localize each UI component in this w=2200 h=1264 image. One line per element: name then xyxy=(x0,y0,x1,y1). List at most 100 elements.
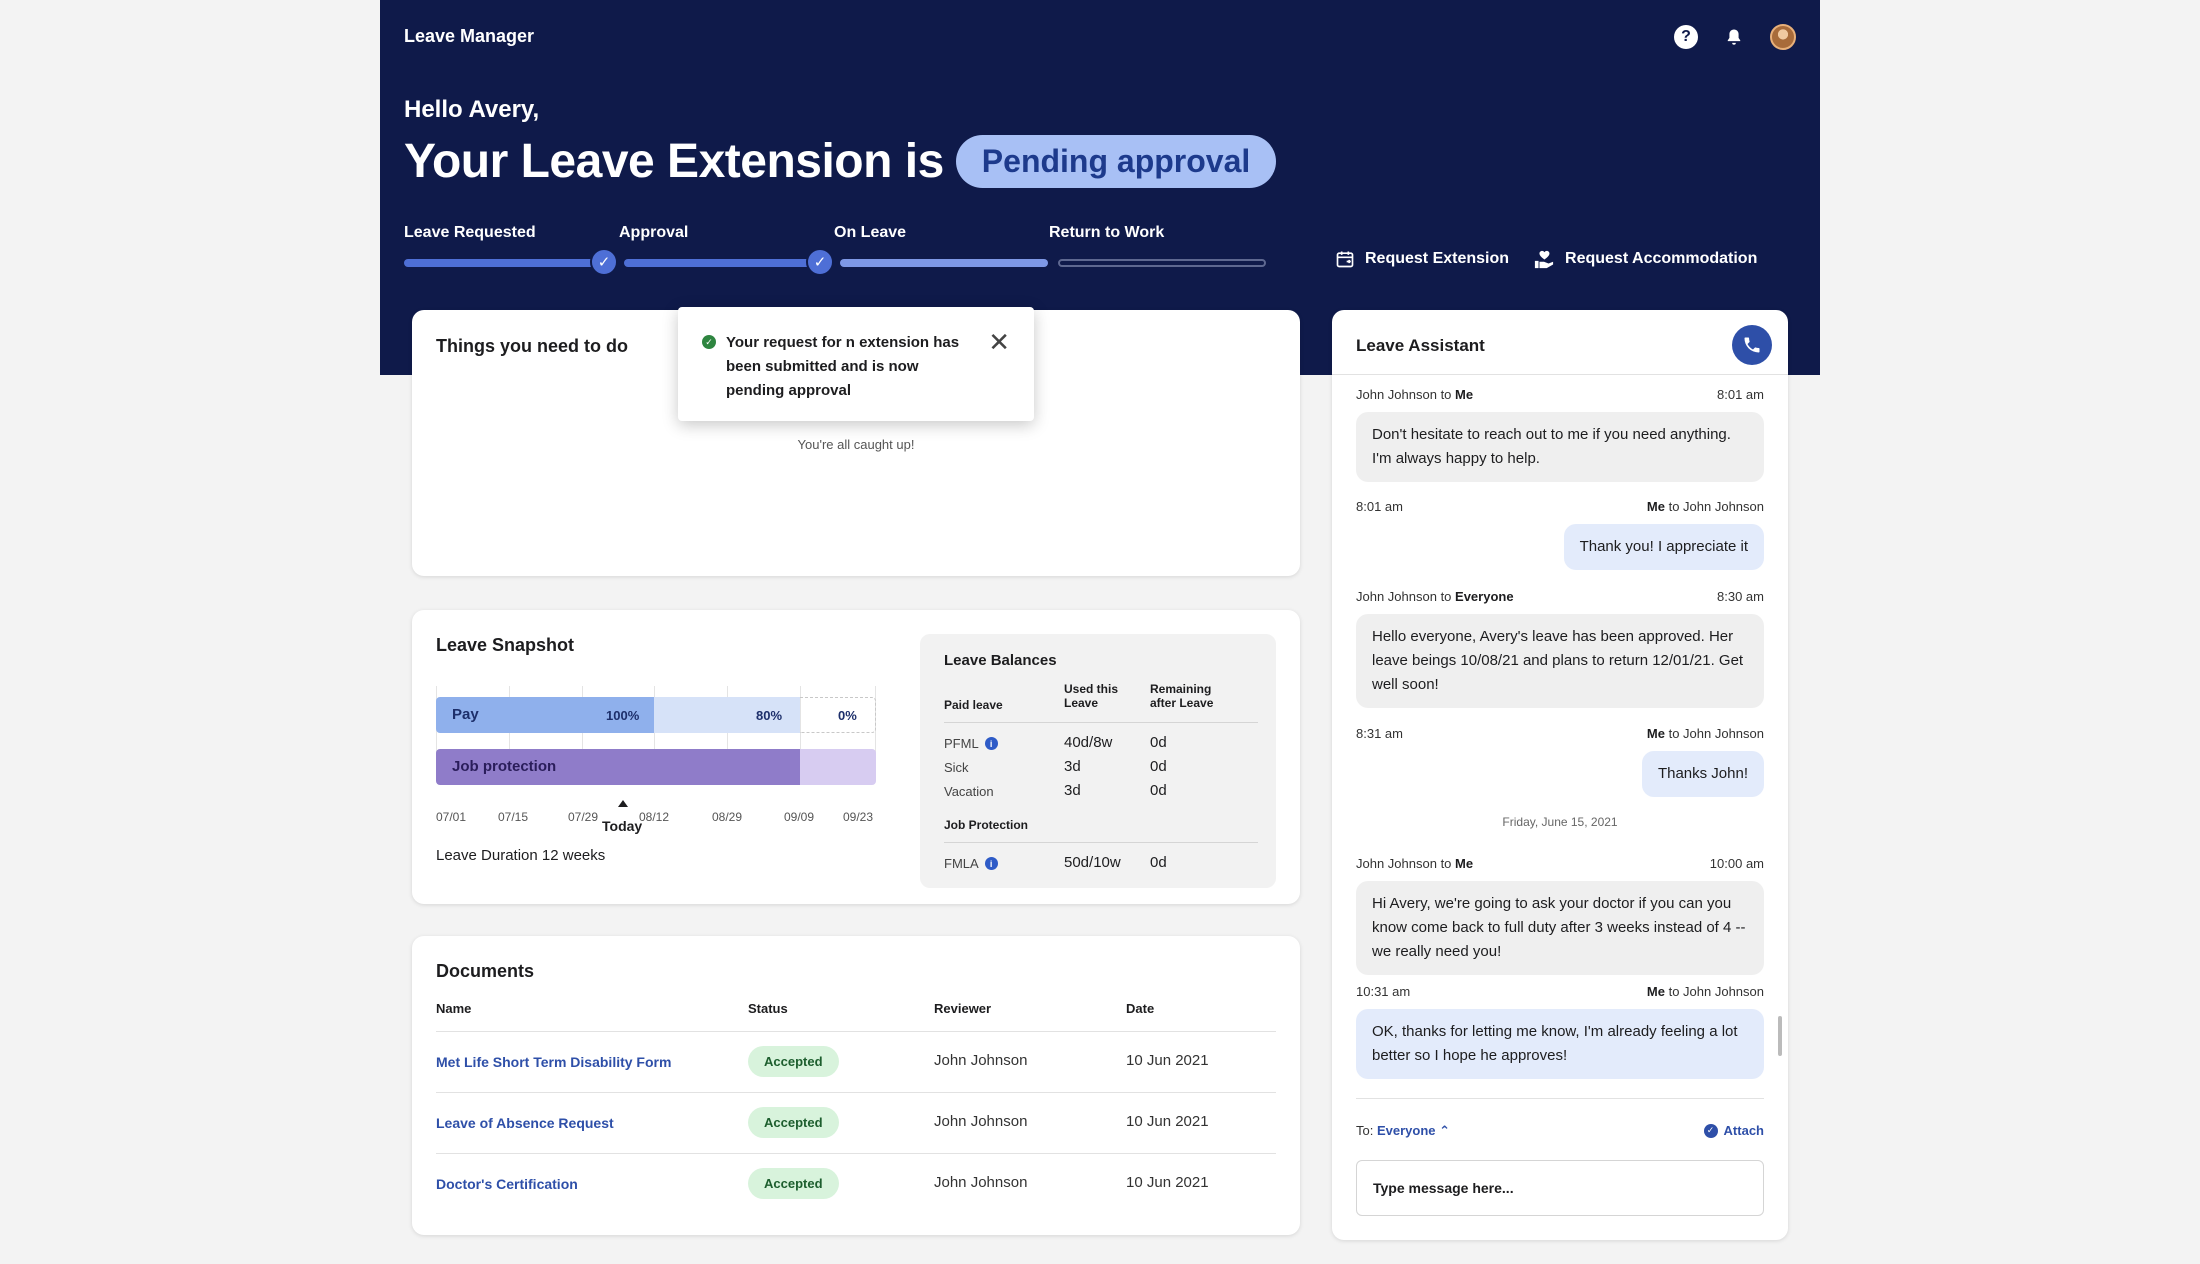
balance-name-pfml: PFML i xyxy=(944,736,998,751)
message-sender: John Johnson xyxy=(1356,589,1437,604)
balance-used: 3d xyxy=(1064,758,1081,775)
message-recipient: John Johnson xyxy=(1683,726,1764,741)
message-bubble: Thanks John! xyxy=(1641,751,1764,797)
pay-bar-label: Pay xyxy=(452,706,479,723)
close-icon[interactable]: ✕ xyxy=(988,329,1010,355)
message-sender: Me xyxy=(1646,726,1665,741)
attach-button[interactable]: ✓ Attach xyxy=(1703,1123,1764,1138)
balance-label: Sick xyxy=(944,760,969,775)
message-bubble: Hi Avery, we're going to ask your doctor… xyxy=(1356,881,1764,975)
pay-pct-label: 80% xyxy=(756,708,783,723)
balance-name-sick: Sick xyxy=(944,760,969,775)
check-icon: ✓ xyxy=(590,248,618,276)
avatar[interactable] xyxy=(1770,24,1796,50)
today-marker-icon xyxy=(618,800,628,807)
quick-actions: Request Extension Request Accommodation xyxy=(1335,249,1757,269)
day-separator: Friday, June 15, 2021 xyxy=(1502,815,1618,829)
message-time: 8:01 am xyxy=(1717,387,1764,402)
date-cell: 10 Jun 2021 xyxy=(1126,1052,1209,1069)
col-used-header: Used this Leave xyxy=(1064,682,1119,710)
balance-label: PFML xyxy=(944,736,979,751)
date-cell: 10 Jun 2021 xyxy=(1126,1113,1209,1130)
recipient-value: Everyone xyxy=(1376,1123,1436,1138)
toast-message: Your request for n extension has been su… xyxy=(726,334,960,399)
x-tick-label: 09/09 xyxy=(784,810,815,824)
balance-label: FMLA xyxy=(944,856,979,871)
documents-title: Documents xyxy=(436,961,535,981)
recipient-selector[interactable]: To: Everyone ⌃ xyxy=(1356,1123,1450,1139)
pay-pct-label: 100% xyxy=(606,708,640,723)
bell-icon[interactable] xyxy=(1722,25,1746,49)
balance-used: 3d xyxy=(1064,782,1081,799)
top-icons: ? xyxy=(1674,24,1796,50)
leave-duration: Leave Duration 12 weeks xyxy=(436,847,606,864)
to-label: To: xyxy=(1356,1123,1374,1138)
message-time: 8:30 am xyxy=(1717,589,1764,604)
balance-remaining: 0d xyxy=(1150,734,1167,751)
message-recipient: John Johnson xyxy=(1683,499,1764,514)
request-extension-label: Request Extension xyxy=(1365,250,1510,267)
headline: Your Leave Extension is Pending approval xyxy=(404,134,1277,189)
reviewer-cell: John Johnson xyxy=(934,1174,1028,1191)
table-row: Doctor's Certification Accepted John Joh… xyxy=(436,1153,1276,1214)
today-label: Today xyxy=(602,818,643,834)
divider xyxy=(944,722,1258,723)
reviewer-cell: John Johnson xyxy=(934,1052,1028,1069)
message-time: 8:31 am xyxy=(1356,726,1403,741)
message-recipient: John Johnson xyxy=(1683,984,1764,999)
divider xyxy=(944,842,1258,843)
pay-bar: Pay 100% 80% 0% xyxy=(436,697,876,733)
x-tick-label: 07/29 xyxy=(568,810,599,824)
phone-icon[interactable] xyxy=(1732,325,1772,365)
status-badge: Accepted xyxy=(748,1107,839,1138)
request-extension-button[interactable]: Request Extension xyxy=(1335,249,1509,269)
help-icon[interactable]: ? xyxy=(1674,25,1698,49)
table-row: Leave of Absence Request Accepted John J… xyxy=(436,1092,1276,1153)
assistant-title: Leave Assistant xyxy=(1356,336,1485,355)
x-tick-label: 08/12 xyxy=(639,810,670,824)
document-link[interactable]: Doctor's Certification xyxy=(436,1176,578,1192)
x-tick-label: 09/23 xyxy=(843,810,874,824)
progress-segment-2 xyxy=(624,259,820,267)
step-on-leave: On Leave xyxy=(834,224,907,241)
message-sender: Me xyxy=(1646,499,1665,514)
message-scrollbar[interactable] xyxy=(1778,1016,1782,1056)
balance-used: 50d/10w xyxy=(1064,854,1121,871)
message-bubble: OK, thanks for letting me know, I'm alre… xyxy=(1356,1009,1764,1079)
message-time: 8:01 am xyxy=(1356,499,1403,514)
progress-segment-3 xyxy=(840,259,1048,267)
balance-name-vacation: Vacation xyxy=(944,784,994,799)
status-pill: Pending approval xyxy=(955,135,1277,188)
paid-leave-heading: Paid leave xyxy=(944,698,1003,712)
success-check-icon: ✓ xyxy=(702,335,716,349)
reviewer-cell: John Johnson xyxy=(934,1113,1028,1130)
documents-card: Documents Name Status Reviewer Date Met … xyxy=(412,936,1300,1235)
x-tick-label: 07/15 xyxy=(498,810,529,824)
progress-segment-1 xyxy=(404,259,604,267)
document-link[interactable]: Met Life Short Term Disability Form xyxy=(436,1054,671,1070)
chevron-up-icon: ⌃ xyxy=(1439,1123,1451,1138)
date-cell: 10 Jun 2021 xyxy=(1126,1174,1209,1191)
divider xyxy=(1356,1098,1764,1099)
message-sender: John Johnson xyxy=(1356,387,1437,402)
info-icon[interactable]: i xyxy=(984,857,998,870)
balance-remaining: 0d xyxy=(1150,758,1167,775)
message-list: John Johnson to Me 8:01 am Don't hesitat… xyxy=(1332,374,1788,1094)
todo-empty-text: You're all caught up! xyxy=(797,437,915,452)
message-input[interactable] xyxy=(1356,1160,1764,1216)
document-link[interactable]: Leave of Absence Request xyxy=(436,1115,614,1131)
leave-balances: Leave Balances Used this Leave Remaining… xyxy=(920,634,1276,888)
message-bubble: Hello everyone, Avery's leave has been a… xyxy=(1356,614,1764,708)
balance-name-fmla: FMLA i xyxy=(944,856,998,871)
info-icon[interactable]: i xyxy=(984,737,998,750)
request-accommodation-button[interactable]: Request Accommodation xyxy=(1533,249,1757,269)
message-recipient: Me xyxy=(1455,387,1474,402)
toast-notification: ✓ Your request for n extension has been … xyxy=(678,307,1034,421)
balance-remaining: 0d xyxy=(1150,782,1167,799)
balance-remaining: 0d xyxy=(1150,854,1167,871)
col-header-status: Status xyxy=(748,1001,788,1016)
headline-text: Your Leave Extension is xyxy=(404,135,944,188)
step-leave-requested: Leave Requested xyxy=(404,224,536,241)
message-bubble: Don't hesitate to reach out to me if you… xyxy=(1356,412,1764,482)
message-meta: John Johnson to Everyone 8:30 am xyxy=(1356,589,1764,604)
